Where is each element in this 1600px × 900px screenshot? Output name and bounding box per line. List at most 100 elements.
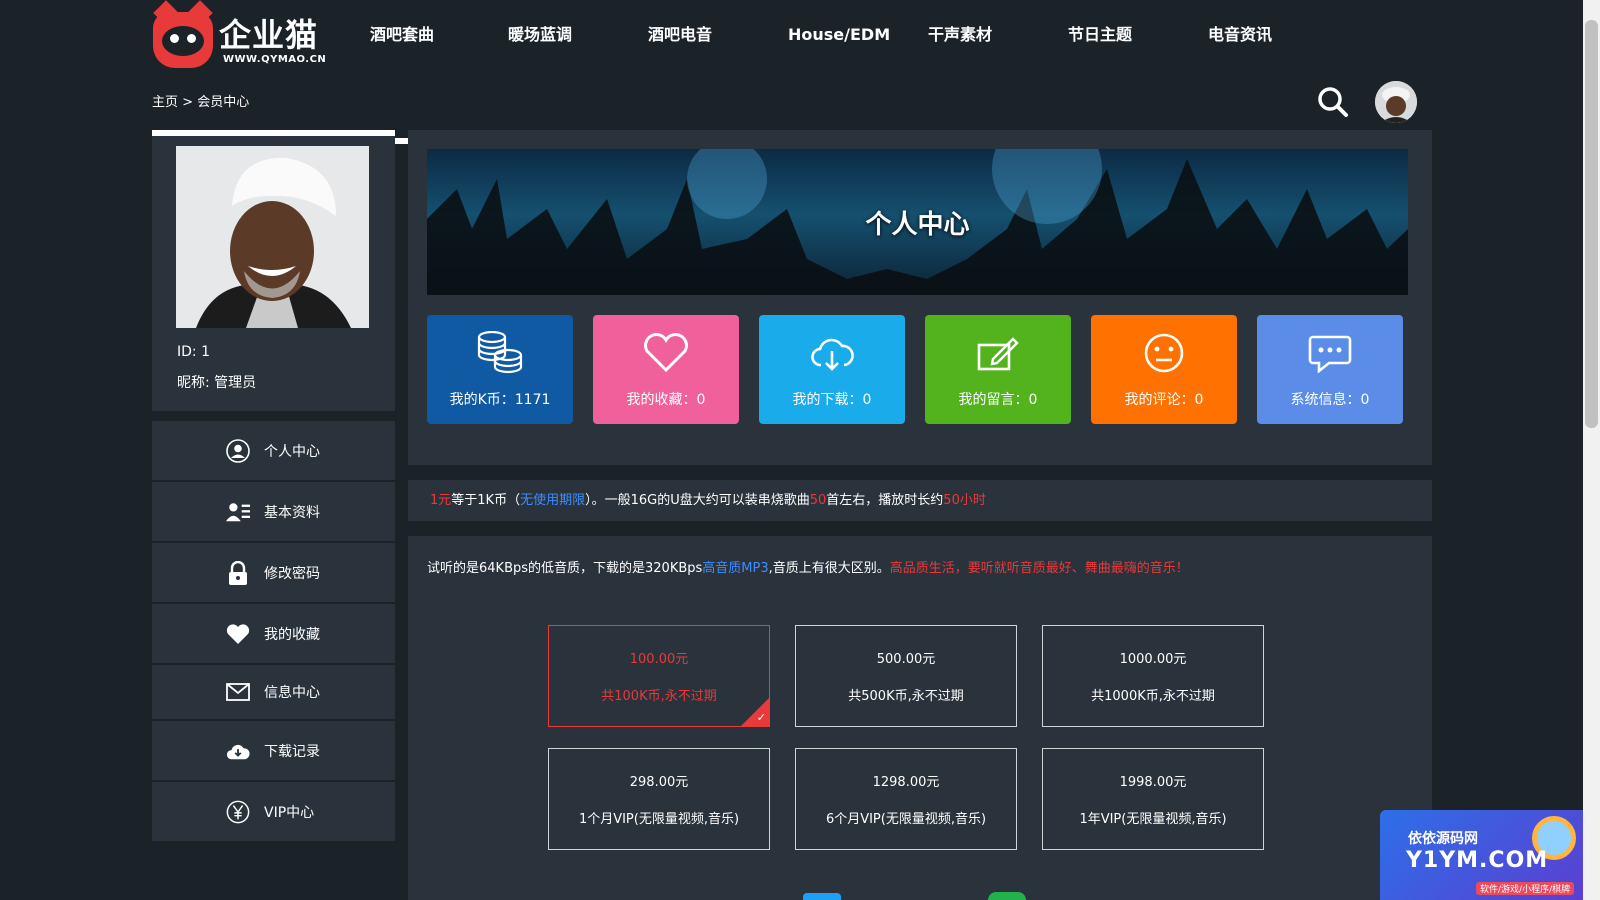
plan-price: 100.00元 [629, 652, 689, 667]
nav-item-bar-electronic[interactable]: 酒吧电音 [648, 24, 788, 46]
sidebar-item-basic-info[interactable]: 基本资料 [152, 482, 395, 541]
sidebar-menu: 个人中心 基本资料 修改密码 我的收藏 信息中心 下载记录 VIP中心 [152, 421, 395, 843]
chat-bubble-icon [1304, 329, 1356, 377]
sidebar-item-vip-center[interactable]: VIP中心 [152, 782, 395, 841]
profile-card: ID: 1 昵称: 管理员 [152, 130, 395, 411]
site-logo[interactable]: 企业猫 WWW.QYMAO.CN [153, 12, 326, 68]
envelope-icon [226, 680, 250, 704]
stat-favorites[interactable]: 我的收藏：0 [593, 315, 739, 424]
heart-outline-icon [640, 329, 692, 377]
plan-desc: 共100K币,永不过期 [601, 689, 717, 704]
plan-option[interactable]: 298.00元 1个月VIP(无限量视频,音乐) [548, 748, 770, 850]
info-text: 首左右，播放时长约 [826, 493, 944, 508]
sidebar-item-change-password[interactable]: 修改密码 [152, 543, 395, 602]
plan-price: 500.00元 [876, 652, 936, 667]
note-slogan: 高品质生活，要听就听音质最好、舞曲最嗨的音乐！ [889, 561, 1189, 576]
plan-price: 298.00元 [629, 775, 689, 790]
sidebar-item-messages[interactable]: 信息中心 [152, 665, 395, 719]
sidebar-item-favorites[interactable]: 我的收藏 [152, 604, 395, 663]
stat-messages[interactable]: 我的留言：0 [925, 315, 1071, 424]
edit-icon [972, 329, 1024, 377]
note-hq: 高音质MP3 [702, 561, 769, 576]
sidebar-item-download-history[interactable]: 下载记录 [152, 721, 395, 780]
smile-icon [1138, 329, 1190, 377]
plan-option[interactable]: 500.00元 共500K币,永不过期 [795, 625, 1017, 727]
plan-desc: 共1000K币,永不过期 [1091, 689, 1215, 704]
sidebar-item-label: 信息中心 [264, 685, 320, 701]
plan-option[interactable]: 1298.00元 6个月VIP(无限量视频,音乐) [795, 748, 1017, 850]
info-text: 等于1K币（ [451, 493, 521, 508]
nav-item-holiday-themes[interactable]: 节日主题 [1068, 24, 1208, 46]
plan-desc: 共500K币,永不过期 [848, 689, 964, 704]
banner-title: 个人中心 [865, 209, 970, 240]
sidebar-item-personal-center[interactable]: 个人中心 [152, 421, 395, 480]
nav-item-house-edm[interactable]: House/EDM [788, 24, 928, 46]
nav-item-edm-news[interactable]: 电音资讯 [1208, 24, 1328, 46]
stat-downloads[interactable]: 我的下载：0 [759, 315, 905, 424]
stat-label: 我的K币：1171 [449, 392, 551, 408]
breadcrumb-separator: > [182, 95, 194, 110]
stat-comments[interactable]: 我的评论：0 [1091, 315, 1237, 424]
plan-option[interactable]: 1998.00元 1年VIP(无限量视频,音乐) [1042, 748, 1264, 850]
plan-price: 1000.00元 [1119, 652, 1187, 667]
recharge-plans: 100.00元 共100K币,永不过期 ✓ 500.00元 共500K币,永不过… [548, 625, 1264, 850]
note-text: ,音质上有很大区别。 [768, 561, 890, 576]
sidebar-item-label: VIP中心 [264, 804, 315, 821]
breadcrumb-home[interactable]: 主页 [152, 95, 178, 110]
note-text: 试听的是64KBps的低音质，下载的是320KBps [427, 561, 703, 576]
watermark-line2: Y1YM.COM [1406, 848, 1549, 873]
nav-item-bar-sets[interactable]: 酒吧套曲 [370, 24, 508, 46]
profile-photo [176, 146, 369, 328]
sidebar-item-label: 个人中心 [264, 443, 320, 460]
yen-circle-icon [226, 800, 250, 824]
sidebar-item-label: 下载记录 [264, 743, 320, 760]
breadcrumb: 主页 > 会员中心 [152, 91, 249, 110]
stat-system-info[interactable]: 系统信息：0 [1257, 315, 1403, 424]
lock-icon [226, 560, 250, 585]
sidebar-item-label: 修改密码 [264, 565, 320, 582]
plan-price: 1998.00元 [1119, 775, 1187, 790]
nav-item-vocal-samples[interactable]: 干声素材 [928, 24, 1068, 46]
stat-kcoins[interactable]: 我的K币：1171 [427, 315, 573, 424]
user-id: ID: 1 [177, 344, 210, 360]
info-song-count: 50 [809, 493, 827, 508]
plan-desc: 1年VIP(无限量视频,音乐) [1079, 812, 1227, 827]
plan-option[interactable]: 1000.00元 共1000K币,永不过期 [1042, 625, 1264, 727]
user-nickname: 昵称: 管理员 [177, 375, 257, 391]
watermark-line3: 软件/游戏/小程序/棋牌 [1476, 882, 1575, 895]
info-text: ）。一般16G的U盘大约可以装串烧歌曲 [585, 493, 810, 508]
search-icon[interactable] [1317, 86, 1349, 118]
plan-desc: 1个月VIP(无限量视频,音乐) [578, 812, 740, 827]
coins-icon [474, 329, 526, 377]
main-nav: 酒吧套曲 暖场蓝调 酒吧电音 House/EDM 干声素材 节日主题 电音资讯 [370, 24, 1328, 46]
cat-logo-icon [153, 12, 213, 68]
kcoin-info-bar: 1元等于1K币（无使用期限）。一般16G的U盘大约可以装串烧歌曲50首左右，播放… [408, 480, 1432, 521]
wechat-pay-icon[interactable] [988, 892, 1026, 900]
stat-label: 我的收藏：0 [626, 392, 706, 408]
check-icon: ✓ [756, 711, 766, 724]
sidebar-item-label: 基本资料 [264, 504, 320, 521]
plan-price: 1298.00元 [872, 775, 940, 790]
user-avatar[interactable] [1375, 81, 1417, 123]
nav-item-warmup-blues[interactable]: 暖场蓝调 [508, 24, 648, 46]
info-no-expiry: 无使用期限 [520, 493, 586, 508]
stats-row: 我的K币：1171 我的收藏：0 我的下载：0 我的留言：0 我的评论：0 系统… [427, 315, 1403, 424]
page-scrollbar[interactable] [1583, 0, 1600, 900]
id-card-icon [226, 500, 250, 524]
member-overview-panel: 个人中心 我的K币：1171 我的收藏：0 我的下载：0 我的留言：0 我的评论… [408, 130, 1432, 465]
logo-url: WWW.QYMAO.CN [223, 53, 327, 65]
watermark-line1: 依依源码网 [1408, 831, 1478, 847]
recharge-section: 试听的是64KBps的低音质，下载的是320KBps高音质MP3,音质上有很大区… [408, 536, 1432, 900]
scrollbar-thumb[interactable] [1585, 20, 1598, 428]
logo-name: 企业猫 [219, 15, 319, 54]
cloud-download-icon [226, 739, 250, 763]
heart-icon [226, 622, 250, 646]
watermark-badge: 依依源码网 Y1YM.COM 软件/游戏/小程序/棋牌 [1380, 810, 1583, 900]
breadcrumb-current: 会员中心 [197, 95, 250, 110]
stat-label: 我的评论：0 [1124, 392, 1204, 408]
alipay-icon[interactable] [803, 893, 841, 900]
plan-option[interactable]: 100.00元 共100K币,永不过期 ✓ [548, 625, 770, 727]
stat-label: 我的留言：0 [958, 392, 1038, 408]
banner: 个人中心 [427, 149, 1408, 295]
stat-label: 我的下载：0 [792, 392, 872, 408]
